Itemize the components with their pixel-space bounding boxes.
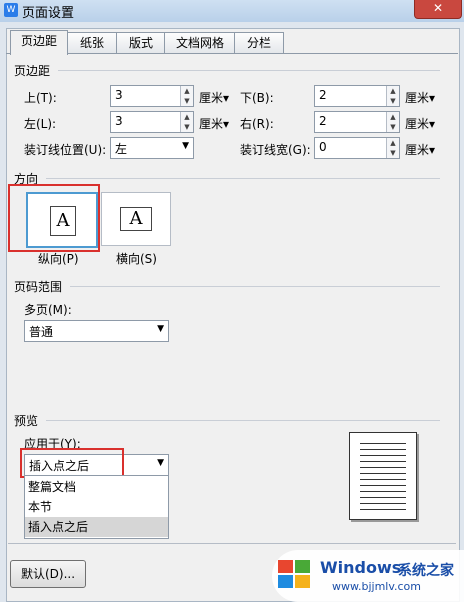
title-bar: W 页面设置 <box>0 0 464 22</box>
watermark-url: www.bjjmlv.com <box>332 580 421 593</box>
gutter-position-select[interactable]: 左 ▼ <box>110 137 194 159</box>
chevron-down-icon: ▼ <box>157 324 164 334</box>
page-range-section-rule <box>70 286 440 287</box>
highlight-apply-to <box>20 448 124 478</box>
right-margin-spinbox[interactable]: 2 ▲ ▼ <box>314 111 400 133</box>
tab-layout[interactable]: 版式 <box>116 32 166 54</box>
chevron-down-icon: ▼ <box>157 458 164 468</box>
left-margin-spinbox[interactable]: 3 ▲ ▼ <box>110 111 194 133</box>
margins-section-title: 页边距 <box>14 64 51 78</box>
right-margin-value: 2 <box>319 114 327 128</box>
left-margin-label: 左(L): <box>24 117 57 131</box>
footer-divider <box>8 543 456 544</box>
watermark-title: Windows <box>320 558 402 577</box>
preview-section-title: 预览 <box>14 414 39 428</box>
bottom-margin-value: 2 <box>319 88 327 102</box>
app-icon: W <box>4 3 18 17</box>
page-range-section-title: 页码范围 <box>14 280 63 294</box>
landscape-label: 横向(S) <box>116 252 157 266</box>
dropdown-option-whole-document[interactable]: 整篇文档 <box>25 477 168 497</box>
site-watermark: Windows 系统之家 www.bjjmlv.com <box>272 550 464 602</box>
highlight-portrait <box>8 184 100 252</box>
right-margin-unit[interactable]: 厘米▾ <box>405 115 435 132</box>
gutter-width-value: 0 <box>319 140 327 154</box>
bottom-margin-label: 下(B): <box>240 91 274 105</box>
bottom-margin-unit[interactable]: 厘米▾ <box>405 89 435 106</box>
window-title: 页面设置 <box>22 6 75 21</box>
preview-page-thumbnail <box>349 432 417 520</box>
dropdown-option-this-section[interactable]: 本节 <box>25 497 168 517</box>
tab-columns[interactable]: 分栏 <box>234 32 284 54</box>
dropdown-option-after-insertion-point[interactable]: 插入点之后 <box>25 517 168 537</box>
tab-paper[interactable]: 纸张 <box>66 32 118 54</box>
gutter-position-label: 装订线位置(U): <box>24 143 107 157</box>
preview-section-rule <box>46 420 440 421</box>
chevron-down-icon: ▼ <box>182 141 189 151</box>
bottom-margin-stepper[interactable]: ▲ ▼ <box>386 86 399 106</box>
top-margin-stepper[interactable]: ▲ ▼ <box>180 86 193 106</box>
right-margin-label: 右(R): <box>240 117 274 131</box>
left-margin-value: 3 <box>115 114 123 128</box>
multiple-pages-label: 多页(M): <box>24 303 72 317</box>
watermark-cn: 系统之家 <box>398 563 454 579</box>
gutter-position-value: 左 <box>115 142 128 156</box>
right-margin-stepper[interactable]: ▲ ▼ <box>386 112 399 132</box>
close-button[interactable]: ✕ <box>414 0 462 19</box>
top-margin-spinbox[interactable]: 3 ▲ ▼ <box>110 85 194 107</box>
tab-divider <box>6 53 458 54</box>
default-button[interactable]: 默认(D)... <box>10 560 86 588</box>
margins-section-rule <box>58 70 440 71</box>
portrait-label: 纵向(P) <box>38 252 79 266</box>
gutter-width-stepper[interactable]: ▲ ▼ <box>386 138 399 158</box>
multiple-pages-value: 普通 <box>29 325 54 339</box>
multiple-pages-select[interactable]: 普通 ▼ <box>24 320 169 342</box>
gutter-width-label: 装订线宽(G): <box>240 143 311 157</box>
tab-doc-grid[interactable]: 文档网格 <box>164 32 236 54</box>
top-margin-unit[interactable]: 厘米▾ <box>199 89 229 106</box>
orientation-section-rule <box>46 178 440 179</box>
left-margin-unit[interactable]: 厘米▾ <box>199 115 229 132</box>
landscape-page-icon: A <box>120 207 152 231</box>
left-margin-stepper[interactable]: ▲ ▼ <box>180 112 193 132</box>
apply-to-dropdown-list: 整篇文档 本节 插入点之后 <box>24 475 169 539</box>
tab-margins[interactable]: 页边距 <box>10 30 68 55</box>
top-margin-label: 上(T): <box>24 91 57 105</box>
landscape-button[interactable]: A <box>101 192 171 246</box>
top-margin-value: 3 <box>115 88 123 102</box>
gutter-width-spinbox[interactable]: 0 ▲ ▼ <box>314 137 400 159</box>
windows-logo-icon <box>278 560 312 590</box>
bottom-margin-spinbox[interactable]: 2 ▲ ▼ <box>314 85 400 107</box>
gutter-width-unit[interactable]: 厘米▾ <box>405 141 435 158</box>
